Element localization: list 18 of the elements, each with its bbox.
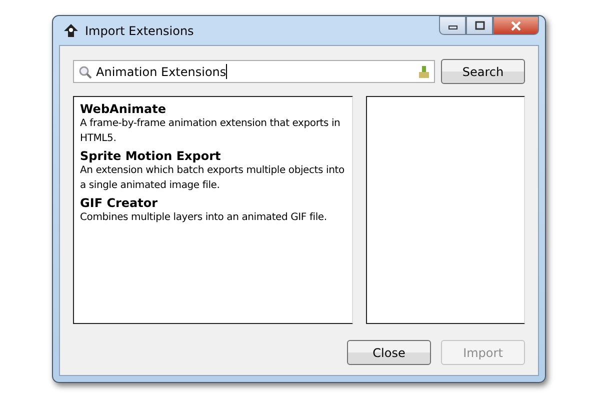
dialog-button[interactable]: Close bbox=[347, 340, 431, 365]
maximize-button[interactable] bbox=[466, 16, 493, 35]
search-button[interactable]: Search bbox=[441, 59, 525, 84]
maximize-icon bbox=[474, 20, 486, 30]
extension-description: Combines multiple layers into an animated GIF file. bbox=[80, 211, 328, 225]
window-title: Import Extensions bbox=[85, 24, 194, 38]
extension-description: An extension which batch exports multiple objects into a single animated image file. bbox=[80, 164, 346, 193]
extension-name[interactable]: WebAnimate bbox=[80, 102, 346, 116]
search-icon bbox=[78, 64, 92, 78]
app-icon bbox=[63, 22, 79, 38]
close-icon bbox=[510, 20, 522, 30]
extension-description: A frame-by-frame animation extension that exports in HTML5. bbox=[80, 117, 342, 146]
extension-name[interactable]: GIF Creator bbox=[80, 196, 346, 210]
clear-icon[interactable] bbox=[418, 64, 430, 78]
minimize-button[interactable] bbox=[439, 16, 466, 35]
extension-name[interactable]: Sprite Motion Export bbox=[80, 149, 346, 163]
search-field[interactable]: Animation Extensions bbox=[73, 60, 435, 83]
close-button[interactable] bbox=[493, 16, 539, 35]
